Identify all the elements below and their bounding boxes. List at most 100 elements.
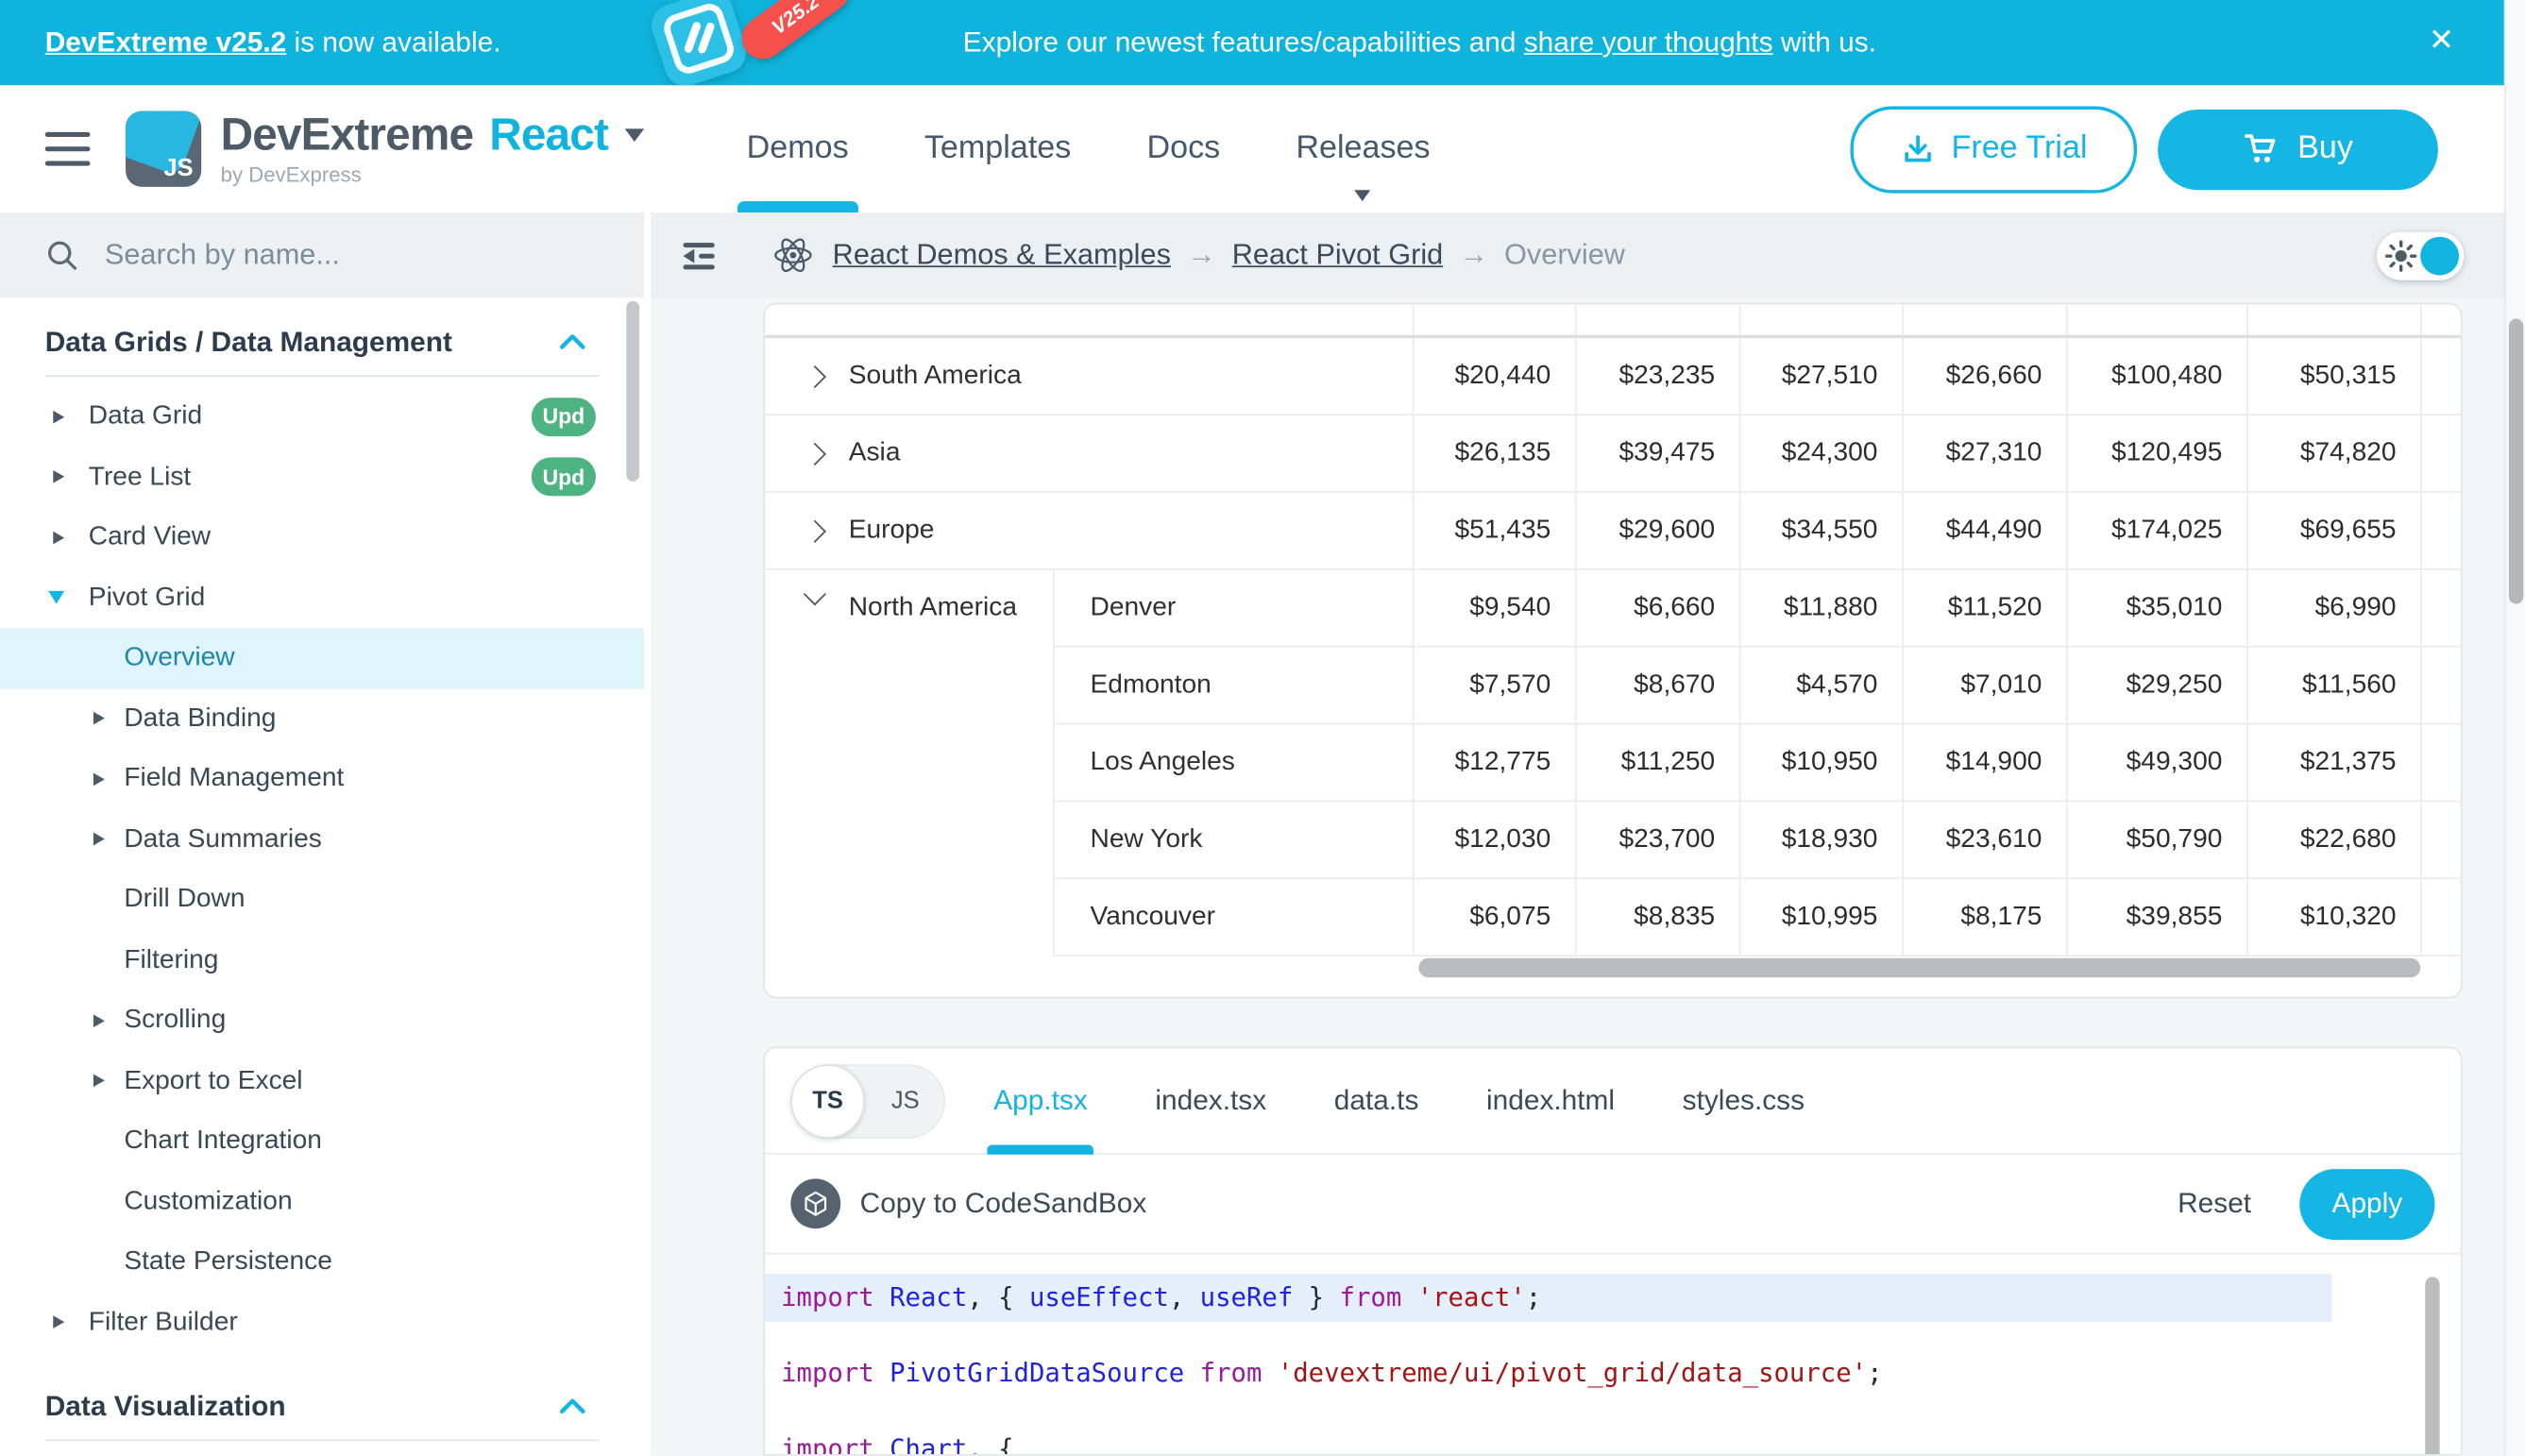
reset-button[interactable]: Reset bbox=[2178, 1187, 2251, 1221]
framework-selector[interactable]: React bbox=[489, 112, 608, 158]
cart-icon bbox=[2243, 132, 2279, 166]
pivot-value-cell: $6,990 bbox=[2248, 570, 2422, 646]
pivot-value-cell: $11,560 bbox=[2248, 648, 2422, 723]
sidebar-item-scrolling[interactable]: Scrolling bbox=[0, 990, 644, 1051]
sidebar-item-pivot-grid[interactable]: Pivot Grid bbox=[0, 567, 644, 628]
sidebar-item-export-to-excel[interactable]: Export to Excel bbox=[0, 1051, 644, 1111]
codesandbox-icon[interactable] bbox=[790, 1178, 840, 1228]
nav-item-templates[interactable]: Templates bbox=[924, 85, 1071, 212]
code-scrollbar[interactable] bbox=[2425, 1277, 2439, 1455]
code-token: , { bbox=[967, 1433, 1013, 1456]
code-tab-data-ts[interactable]: data.ts bbox=[1334, 1047, 1419, 1154]
city-label-cell: New York bbox=[1055, 802, 1414, 877]
sidebar-item-data-grid[interactable]: Data GridUpd bbox=[0, 386, 644, 447]
city-label-cell: Edmonton bbox=[1055, 648, 1414, 723]
sidebar-item-filter-builder[interactable]: Filter Builder bbox=[0, 1293, 644, 1353]
pivot-value-cell: $174,025 bbox=[2068, 493, 2248, 568]
copy-to-codesandbox-button[interactable]: Copy to CodeSandBox bbox=[860, 1187, 1147, 1221]
pivot-row-denver: Denver$9,540$6,660$11,880$11,520$35,010$… bbox=[1055, 570, 2461, 648]
close-icon[interactable]: ✕ bbox=[2429, 23, 2454, 61]
code-tab-index-html[interactable]: index.html bbox=[1486, 1047, 1615, 1154]
nav-item-demos[interactable]: Demos bbox=[747, 85, 849, 212]
horizontal-scrollbar-thumb[interactable] bbox=[1418, 958, 2420, 977]
section-data-visualization[interactable]: Data Visualization bbox=[0, 1372, 644, 1440]
pivot-value-cell: $11,880 bbox=[1740, 570, 1903, 646]
pivot-value-cell bbox=[2068, 304, 2248, 334]
sidebar-item-tree-list[interactable]: Tree ListUpd bbox=[0, 447, 644, 507]
sidebar-tree: Data Grids / Data Management Data GridUp… bbox=[0, 297, 644, 1455]
chevron-down-icon bbox=[1355, 190, 1371, 201]
sidebar-item-overview[interactable]: Overview bbox=[0, 628, 644, 688]
collapse-sidebar-icon[interactable] bbox=[678, 234, 720, 276]
pivot-row-header-cell[interactable]: South America bbox=[765, 338, 1414, 414]
language-option-ts[interactable]: TS bbox=[790, 1063, 864, 1137]
code-tab-styles-css[interactable]: styles.css bbox=[1683, 1047, 1805, 1154]
sidebar-item-field-management[interactable]: Field Management bbox=[0, 749, 644, 809]
sidebar-item-data-summaries[interactable]: Data Summaries bbox=[0, 809, 644, 870]
pivot-value-cell: $39,475 bbox=[1577, 415, 1741, 491]
pivot-empty-gutter bbox=[2422, 648, 2461, 723]
devextreme-logo[interactable]: JS DevExtreme React by DevExpress bbox=[126, 111, 644, 187]
nav-item-releases[interactable]: Releases bbox=[1296, 85, 1430, 212]
buy-button[interactable]: Buy bbox=[2158, 109, 2438, 189]
page-scrollbar-track[interactable] bbox=[2504, 0, 2525, 1456]
share-thoughts-link[interactable]: share your thoughts bbox=[1524, 25, 1773, 58]
pivot-value-cell: $8,835 bbox=[1577, 879, 1741, 955]
pivot-city-rows: Denver$9,540$6,660$11,880$11,520$35,010$… bbox=[1055, 570, 2461, 957]
pivot-row-header-cell[interactable]: Asia bbox=[765, 415, 1414, 491]
sidebar-item-data-binding[interactable]: Data Binding bbox=[0, 688, 644, 749]
breadcrumb: React Demos & Examples → React Pivot Gri… bbox=[771, 235, 1625, 276]
pivot-value-cell: $27,510 bbox=[1740, 338, 1903, 414]
sidebar-item-chart-integration[interactable]: Chart Integration bbox=[0, 1111, 644, 1172]
download-icon bbox=[1900, 131, 1936, 167]
sidebar-item-label: State Persistence bbox=[124, 1246, 332, 1277]
sidebar-item-card-view[interactable]: Card View bbox=[0, 507, 644, 567]
sidebar-scrollbar[interactable] bbox=[626, 301, 639, 482]
sidebar-item-state-persistence[interactable]: State Persistence bbox=[0, 1232, 644, 1293]
pivot-value-cell: $7,570 bbox=[1414, 648, 1576, 723]
pivot-row-header-cell bbox=[765, 304, 1414, 334]
nav-item-docs[interactable]: Docs bbox=[1146, 85, 1220, 212]
breadcrumb-link-pivot-grid[interactable]: React Pivot Grid bbox=[1232, 238, 1443, 272]
code-tab-index-tsx[interactable]: index.tsx bbox=[1155, 1047, 1266, 1154]
hamburger-menu-icon[interactable] bbox=[45, 124, 91, 175]
apply-button[interactable]: Apply bbox=[2299, 1168, 2434, 1239]
code-token: ; bbox=[1867, 1358, 1882, 1388]
page-scrollbar-thumb[interactable] bbox=[2509, 319, 2523, 604]
expand-chevron-icon[interactable] bbox=[804, 364, 826, 387]
free-trial-button[interactable]: Free Trial bbox=[1850, 106, 2137, 193]
section-data-grids[interactable]: Data Grids / Data Management bbox=[0, 308, 644, 376]
pivot-value-cell: $74,820 bbox=[2248, 415, 2422, 491]
language-option-js[interactable]: JS bbox=[891, 1087, 920, 1114]
pivot-value-cell: $11,250 bbox=[1577, 724, 1741, 800]
banner-version-link[interactable]: DevExtreme v25.2 bbox=[45, 25, 287, 58]
chevron-down-icon[interactable] bbox=[624, 128, 643, 142]
sidebar-item-drill-down[interactable]: Drill Down bbox=[0, 870, 644, 930]
code-editor[interactable]: import React, { useEffect, useRef } from… bbox=[765, 1254, 2461, 1455]
code-panel-card: TS JS App.tsx index.tsx data.ts index.html s… bbox=[763, 1046, 2462, 1455]
collapse-chevron-icon[interactable] bbox=[804, 583, 826, 605]
sidebar-item-customization[interactable]: Customization bbox=[0, 1172, 644, 1232]
code-token: from bbox=[1340, 1281, 1402, 1312]
pivot-value-cell: $10,320 bbox=[2248, 879, 2422, 955]
pivot-row-header-cell[interactable]: Europe bbox=[765, 493, 1414, 568]
code-tab-label: App.tsx bbox=[993, 1084, 1088, 1118]
banner-version-text: DevExtreme v25.2 is now available. bbox=[45, 25, 501, 59]
upd-badge: Upd bbox=[532, 398, 596, 436]
pivot-empty-gutter bbox=[2422, 415, 2461, 491]
language-toggle[interactable]: TS JS bbox=[790, 1063, 945, 1137]
sidebar-item-filtering[interactable]: Filtering bbox=[0, 930, 644, 990]
theme-toggle[interactable] bbox=[2377, 231, 2464, 279]
devextreme-version-logo: V25.2 bbox=[609, 0, 883, 85]
pivot-row-header-cell[interactable]: North America bbox=[765, 570, 1055, 957]
breadcrumb-link-demos[interactable]: React Demos & Examples bbox=[833, 238, 1171, 272]
main-nav: Demos Templates Docs Releases bbox=[747, 85, 1506, 212]
code-line: import React, { useEffect, useRef } from… bbox=[765, 1274, 2331, 1322]
code-tab-app-tsx[interactable]: App.tsx bbox=[993, 1047, 1088, 1154]
search-input[interactable] bbox=[101, 237, 558, 274]
sidebar-item-label: Overview bbox=[124, 643, 234, 673]
expand-chevron-icon[interactable] bbox=[804, 519, 826, 542]
react-icon bbox=[771, 235, 815, 276]
expand-chevron-icon[interactable] bbox=[804, 442, 826, 465]
theme-toggle-knob[interactable] bbox=[2420, 236, 2459, 275]
